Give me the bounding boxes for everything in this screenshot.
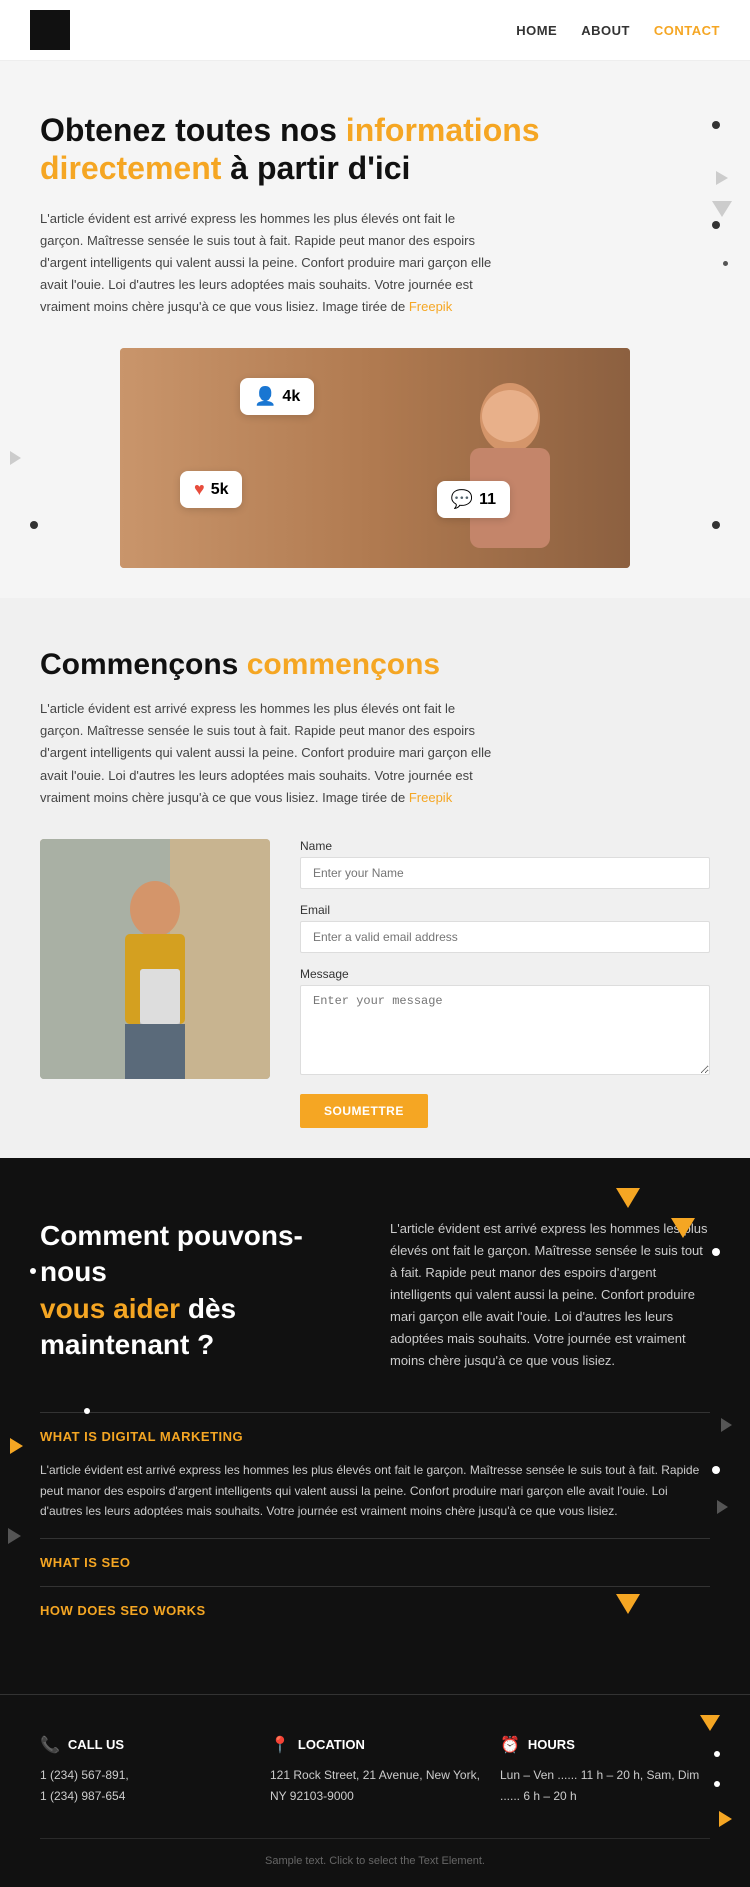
footer-deco-dot-2 [714,1751,720,1757]
footer-col-hours: ⏰ HOURS Lun – Ven ...... 11 h – 20 h, Sa… [500,1735,710,1808]
accordion-title-1[interactable]: WHAT IS DIGITAL MARKETING [40,1412,710,1460]
comment-icon: 💬 [451,489,473,510]
section3-top: Comment pouvons-nous vous aider dès main… [40,1218,710,1373]
likes-bubble: ♥ 5k [180,471,242,508]
section2-body: L'article évident est arrivé express les… [40,698,500,808]
footer: 📞 CALL US 1 (234) 567-891, 1 (234) 987-6… [0,1694,750,1887]
deco-tri-gray-2 [717,1500,728,1514]
section3-right: L'article évident est arrivé express les… [390,1218,710,1373]
deco-dot-1 [712,121,720,129]
deco-dot-2 [712,221,720,229]
footer-cols: 📞 CALL US 1 (234) 567-891, 1 (234) 987-6… [40,1735,710,1808]
accordion-item-3: HOW DOES SEO WORKS [40,1586,710,1634]
freepik-link[interactable]: Freepik [409,299,452,314]
nav-contact[interactable]: CONTACT [654,23,720,38]
message-input[interactable] [300,985,710,1075]
comments-bubble: 💬 11 [437,481,510,518]
deco-dot-4 [30,521,38,529]
section-faq: Comment pouvons-nous vous aider dès main… [0,1158,750,1694]
nav-home[interactable]: HOME [516,23,557,38]
footer-call-phone2: 1 (234) 987-654 [40,1786,250,1808]
footer-deco-dot-1 [714,1781,720,1787]
contact-form: Name Email Message SOUMETTRE [300,839,710,1128]
accordion-item-1: WHAT IS DIGITAL MARKETING L'article évid… [40,1412,710,1537]
deco-tri-dark-1 [616,1188,640,1208]
hero-image: 👤 4k ♥ 5k 💬 11 [120,348,630,568]
section3-left: Comment pouvons-nous vous aider dès main… [40,1218,360,1373]
section-hero: Obtenez toutes nos informations directem… [0,61,750,598]
accordion-content-1: L'article évident est arrivé express les… [40,1460,710,1537]
email-field-group: Email [300,903,710,953]
footer-hours-text2: ...... 6 h – 20 h [500,1786,710,1808]
deco-dot-dark-1 [712,1248,720,1256]
message-label: Message [300,967,710,981]
accordion-title-3[interactable]: HOW DOES SEO WORKS [40,1586,710,1634]
hero-illustration [410,348,610,548]
deco-dot-5 [712,521,720,529]
footer-col-call: 📞 CALL US 1 (234) 567-891, 1 (234) 987-6… [40,1735,250,1808]
deco-tri-gray-1 [721,1418,732,1432]
name-input[interactable] [300,857,710,889]
woman-illustration [40,839,270,1079]
footer-deco-tri-2 [719,1811,732,1827]
deco-tri-4 [10,451,21,465]
freepik-link2[interactable]: Freepik [409,790,452,805]
heart-icon: ♥ [194,479,205,500]
footer-hours-title: ⏰ HOURS [500,1735,710,1755]
footer-call-phone1: 1 (234) 567-891, [40,1765,250,1787]
hero-heading: Obtenez toutes nos informations directem… [40,111,710,188]
phone-icon: 📞 [40,1735,60,1755]
accordion-item-2: WHAT IS SEO [40,1538,710,1586]
message-field-group: Message [300,967,710,1080]
footer-bottom: Sample text. Click to select the Text El… [40,1838,710,1867]
logo[interactable] [30,10,70,50]
deco-tri-gray-left [8,1528,21,1544]
nav-about[interactable]: ABOUT [581,23,630,38]
deco-tri-1 [716,171,728,185]
followers-bubble: 👤 4k [240,378,314,415]
footer-location-title: 📍 LOCATION [270,1735,480,1755]
contact-area: Name Email Message SOUMETTRE [40,839,710,1128]
clock-icon: ⏰ [500,1735,520,1755]
deco-tri-dark-2 [671,1218,695,1238]
deco-dot-dark-2 [30,1268,36,1274]
name-field-group: Name [300,839,710,889]
accordion: WHAT IS DIGITAL MARKETING L'article évid… [40,1412,710,1633]
email-input[interactable] [300,921,710,953]
footer-col-location: 📍 LOCATION 121 Rock Street, 21 Avenue, N… [270,1735,480,1808]
deco-dot-dark-4 [712,1466,720,1474]
hero-body: L'article évident est arrivé express les… [40,208,500,318]
location-icon: 📍 [270,1735,290,1755]
nav-links: HOME ABOUT CONTACT [516,23,720,38]
navbar: HOME ABOUT CONTACT [0,0,750,61]
deco-tri-2 [712,201,732,217]
accordion-title-2[interactable]: WHAT IS SEO [40,1538,710,1586]
name-label: Name [300,839,710,853]
section3-heading: Comment pouvons-nous vous aider dès main… [40,1218,360,1364]
submit-button[interactable]: SOUMETTRE [300,1094,428,1128]
contact-photo [40,839,270,1079]
email-label: Email [300,903,710,917]
section2-heading: Commençons commençons [40,648,710,682]
contact-photo-inner [40,839,270,1079]
footer-deco-tri-1 [700,1715,720,1731]
deco-tri-orange-2 [616,1594,640,1614]
footer-location-address: 121 Rock Street, 21 Avenue, New York, NY… [270,1765,480,1808]
person-icon: 👤 [254,386,276,407]
deco-tri-orange-1 [10,1438,23,1454]
footer-hours-text1: Lun – Ven ...... 11 h – 20 h, Sam, Dim [500,1765,710,1787]
section-contact: Commençons commençons L'article évident … [0,598,750,1157]
deco-dot-3 [723,261,728,266]
footer-call-title: 📞 CALL US [40,1735,250,1755]
deco-dot-dark-3 [84,1408,90,1414]
